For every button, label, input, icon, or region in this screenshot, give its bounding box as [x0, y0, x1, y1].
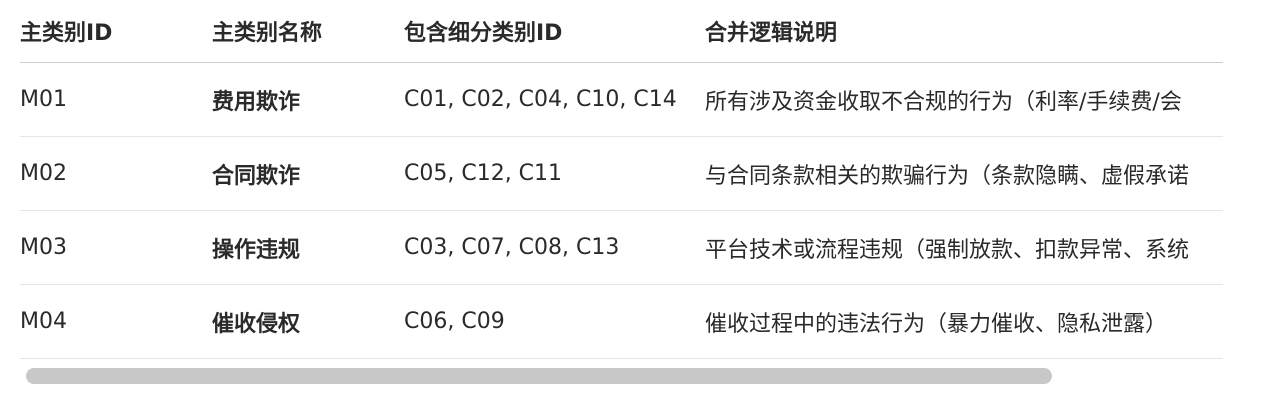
table-row: M01 费用欺诈 C01, C02, C04, C10, C14 所有涉及资金收… — [20, 62, 1223, 137]
header-main-category-id: 主类别ID — [20, 0, 212, 63]
header-merge-logic: 合并逻辑说明 — [705, 0, 1223, 63]
table-header-row: 主类别ID 主类别名称 包含细分类别ID 合并逻辑说明 — [20, 0, 1223, 63]
cell-main-category-id: M04 — [20, 284, 212, 359]
cell-main-category-id: M01 — [20, 62, 212, 137]
cell-merge-logic: 与合同条款相关的欺骗行为（条款隐瞒、虚假承诺 — [705, 136, 1223, 211]
table-row: M03 操作违规 C03, C07, C08, C13 平台技术或流程违规（强制… — [20, 210, 1223, 285]
table-viewport[interactable]: 主类别ID 主类别名称 包含细分类别ID 合并逻辑说明 M01 费用欺诈 C01… — [20, 0, 1223, 360]
cell-main-category-name: 合同欺诈 — [212, 136, 404, 211]
cell-sub-category-ids: C06, C09 — [404, 284, 705, 359]
cell-main-category-id: M02 — [20, 136, 212, 211]
cell-sub-category-ids: C01, C02, C04, C10, C14 — [404, 62, 705, 137]
cell-sub-category-ids: C03, C07, C08, C13 — [404, 210, 705, 285]
header-main-category-name: 主类别名称 — [212, 0, 404, 63]
category-merge-table: 主类别ID 主类别名称 包含细分类别ID 合并逻辑说明 M01 费用欺诈 C01… — [20, 0, 1223, 359]
cell-merge-logic: 平台技术或流程违规（强制放款、扣款异常、系统 — [705, 210, 1223, 285]
horizontal-scrollbar[interactable] — [20, 366, 1223, 386]
cell-main-category-name: 费用欺诈 — [212, 62, 404, 137]
table-row: M04 催收侵权 C06, C09 催收过程中的违法行为（暴力催收、隐私泄露） — [20, 284, 1223, 359]
scrollbar-thumb[interactable] — [26, 368, 1052, 384]
cell-merge-logic: 催收过程中的违法行为（暴力催收、隐私泄露） — [705, 284, 1223, 359]
cell-merge-logic: 所有涉及资金收取不合规的行为（利率/手续费/会 — [705, 62, 1223, 137]
cell-main-category-name: 催收侵权 — [212, 284, 404, 359]
header-sub-category-ids: 包含细分类别ID — [404, 0, 705, 63]
cell-main-category-id: M03 — [20, 210, 212, 285]
cell-sub-category-ids: C05, C12, C11 — [404, 136, 705, 211]
table-row: M02 合同欺诈 C05, C12, C11 与合同条款相关的欺骗行为（条款隐瞒… — [20, 136, 1223, 211]
cell-main-category-name: 操作违规 — [212, 210, 404, 285]
